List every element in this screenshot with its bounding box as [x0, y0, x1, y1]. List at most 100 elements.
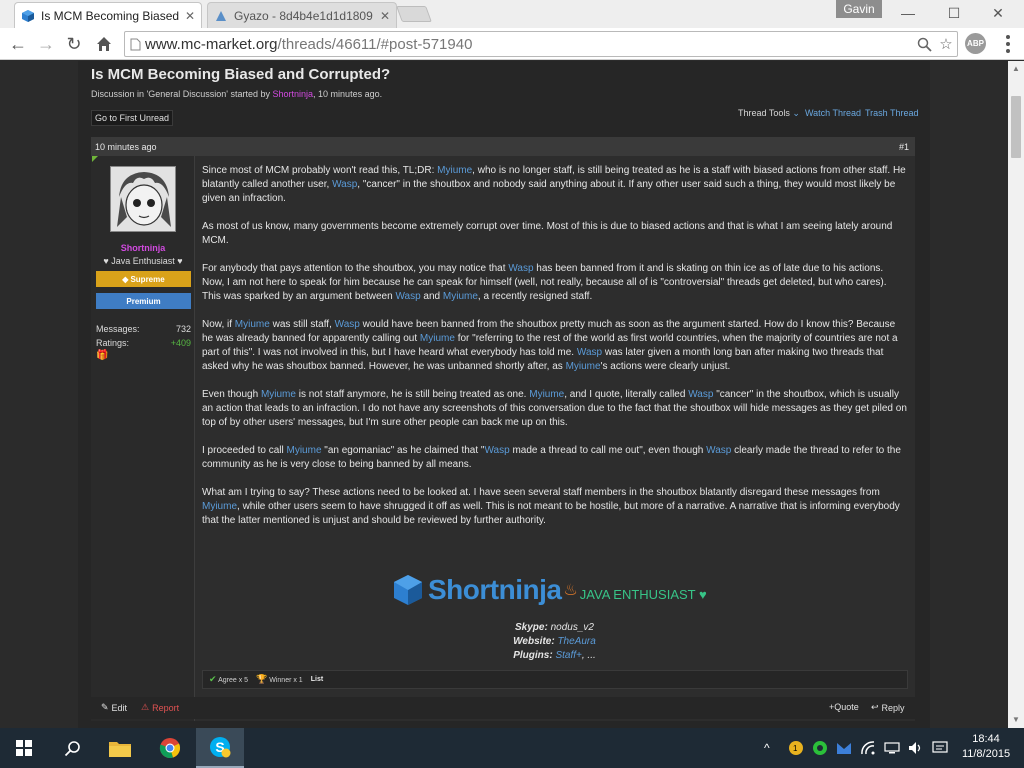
- reply-arrow-icon: ↩: [871, 702, 879, 712]
- address-bar[interactable]: www.mc-market.org/threads/46611/#post-57…: [124, 31, 958, 57]
- signature-logo-name: Shortninja: [428, 574, 562, 605]
- website-link[interactable]: TheAura: [557, 636, 595, 647]
- messages-count[interactable]: 732: [176, 324, 191, 334]
- tab-gyazo[interactable]: Gyazo - 8d4b4e1d1d1809 ✕: [207, 2, 397, 28]
- close-tab-icon[interactable]: ✕: [380, 9, 390, 23]
- new-post-marker: [92, 156, 98, 162]
- forward-icon[interactable]: →: [34, 32, 58, 56]
- winner-rating[interactable]: 🏆 Winner x 1: [256, 674, 303, 685]
- notification-badge-icon[interactable]: 1: [788, 728, 803, 768]
- action-center-icon[interactable]: [932, 728, 948, 768]
- post-actions: ✎ Edit ⚠ Report +Quote ↩ Reply: [91, 697, 915, 719]
- member-link[interactable]: Myiume: [437, 165, 472, 176]
- windows-start-icon[interactable]: [0, 728, 48, 768]
- edit-label: Edit: [111, 702, 128, 713]
- browser-menu-icon[interactable]: [998, 34, 1018, 54]
- member-link[interactable]: Wasp: [332, 179, 357, 190]
- scroll-down-icon[interactable]: ▼: [1012, 715, 1020, 724]
- trash-thread-link[interactable]: Trash Thread: [865, 108, 919, 118]
- post-text: , and I quote, literally called: [564, 389, 689, 400]
- thread-tools-label: Thread Tools: [738, 108, 790, 118]
- post-text: As most of us know, many governments bec…: [202, 221, 893, 246]
- member-link[interactable]: Myiume: [261, 389, 296, 400]
- member-link[interactable]: Wasp: [508, 263, 533, 274]
- clock-time: 18:44: [972, 733, 1000, 745]
- post-text: Even though: [202, 389, 261, 400]
- member-link[interactable]: Wasp: [484, 445, 509, 456]
- ratings-list-link[interactable]: List: [311, 676, 323, 683]
- member-link[interactable]: Wasp: [577, 347, 602, 358]
- plugins-link[interactable]: Staff+: [555, 650, 581, 661]
- wifi-icon[interactable]: [860, 728, 876, 768]
- reply-button[interactable]: ↩ Reply: [871, 702, 905, 713]
- page-icon: [125, 38, 145, 51]
- member-link[interactable]: Myiume: [420, 333, 455, 344]
- member-link[interactable]: Myiume: [202, 501, 237, 512]
- search-icon[interactable]: [48, 728, 96, 768]
- cube-logo-icon: [394, 575, 422, 605]
- quote-button[interactable]: +Quote: [829, 702, 859, 712]
- network-icon[interactable]: [884, 728, 900, 768]
- member-link[interactable]: Myiume: [443, 291, 478, 302]
- scroll-up-icon[interactable]: ▲: [1012, 64, 1020, 73]
- post-time[interactable]: 10 minutes ago: [95, 142, 157, 152]
- adblock-icon[interactable]: ABP: [965, 33, 986, 54]
- post-username[interactable]: Shortninja: [91, 243, 195, 253]
- home-icon[interactable]: [92, 32, 116, 56]
- maximize-icon[interactable]: ☐: [934, 2, 974, 24]
- supreme-banner: ◆ Supreme: [96, 271, 191, 287]
- post-text: is not staff anymore, he is still being …: [295, 389, 530, 400]
- agree-count: Agree x 5: [218, 677, 249, 684]
- tab-title: Is MCM Becoming Biased: [41, 8, 180, 23]
- member-link[interactable]: Myiume: [566, 361, 601, 372]
- member-link[interactable]: Myiume: [235, 319, 270, 330]
- watch-thread-link[interactable]: Watch Thread: [805, 108, 861, 118]
- malwarebytes-icon[interactable]: [836, 728, 852, 768]
- show-hidden-icons[interactable]: ^: [764, 728, 770, 768]
- tab-mcm-thread[interactable]: Is MCM Becoming Biased ✕: [14, 2, 202, 28]
- scrollbar-thumb[interactable]: [1011, 96, 1021, 158]
- page-scrollbar[interactable]: ▲ ▼: [1008, 61, 1024, 728]
- winner-count: Winner x 1: [269, 677, 303, 684]
- volume-icon[interactable]: [908, 728, 924, 768]
- chrome-icon[interactable]: [146, 728, 194, 768]
- thread-description: Discussion in 'General Discussion' start…: [91, 89, 382, 99]
- bookmark-star-icon[interactable]: ☆: [935, 35, 957, 53]
- url-path: /threads/46611/#post-571940: [277, 35, 473, 53]
- thread-title: Is MCM Becoming Biased and Corrupted?: [91, 66, 391, 83]
- member-link[interactable]: Myiume: [529, 389, 564, 400]
- post-number[interactable]: #1: [899, 142, 909, 152]
- member-link[interactable]: Myiume: [287, 445, 322, 456]
- member-link[interactable]: Wasp: [395, 291, 420, 302]
- post-text: made a thread to call me out", even thou…: [509, 445, 707, 456]
- close-tab-icon[interactable]: ✕: [185, 9, 195, 23]
- back-icon[interactable]: ←: [6, 32, 30, 56]
- ratings-count[interactable]: +409: [171, 338, 191, 348]
- new-tab-button[interactable]: [396, 6, 432, 22]
- close-window-icon[interactable]: ✕: [978, 2, 1018, 24]
- tray-badge-count: 1: [793, 743, 798, 753]
- zoom-icon[interactable]: [913, 37, 935, 52]
- post-paragraph: For anybody that pays attention to the s…: [202, 262, 907, 304]
- avatar[interactable]: [110, 166, 176, 232]
- reload-icon[interactable]: ↻: [62, 32, 86, 56]
- gift-icon[interactable]: 🎁: [96, 350, 108, 361]
- website-label: Website:: [513, 636, 555, 647]
- member-link[interactable]: Wasp: [706, 445, 731, 456]
- report-button[interactable]: ⚠ Report: [141, 702, 179, 713]
- skype-icon[interactable]: S: [196, 728, 244, 768]
- system-clock[interactable]: 18:44 11/8/2015: [953, 732, 1019, 762]
- green-app-icon[interactable]: [812, 728, 828, 768]
- file-explorer-icon[interactable]: [96, 728, 144, 768]
- member-link[interactable]: Wasp: [335, 319, 360, 330]
- thread-tools-menu[interactable]: Thread Tools ⌄: [738, 108, 800, 119]
- minimize-icon[interactable]: —: [888, 2, 928, 24]
- trophy-icon: 🏆: [256, 674, 268, 684]
- profile-badge[interactable]: Gavin: [836, 0, 882, 18]
- agree-rating[interactable]: ✔ Agree x 5: [209, 674, 248, 685]
- go-to-first-unread-button[interactable]: Go to First Unread: [91, 110, 174, 126]
- member-link[interactable]: Wasp: [688, 389, 713, 400]
- user-info-column: [91, 156, 195, 721]
- thread-starter-link[interactable]: Shortninja: [273, 89, 314, 99]
- edit-button[interactable]: ✎ Edit: [101, 702, 127, 713]
